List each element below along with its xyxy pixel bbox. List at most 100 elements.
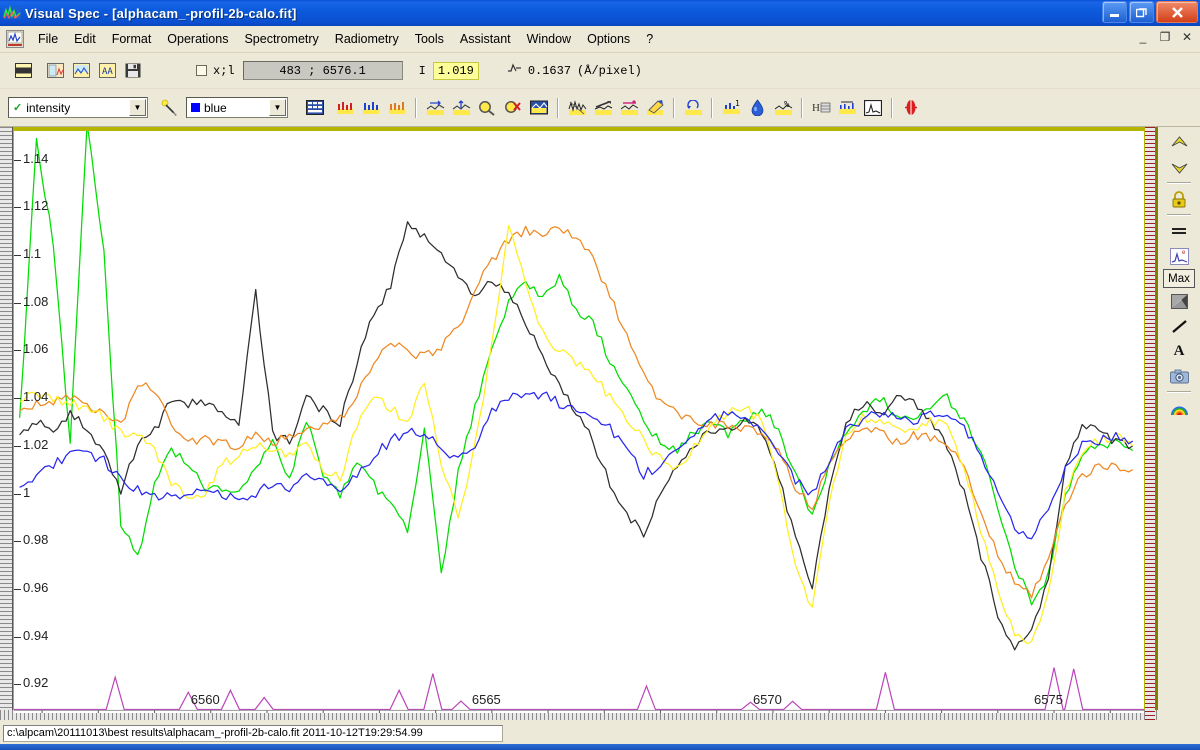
menu-item-operations[interactable]: Operations [159, 29, 236, 49]
menu-item-window[interactable]: Window [519, 29, 579, 49]
minimize-button[interactable] [1102, 1, 1127, 23]
y-tick [14, 160, 21, 161]
scroll-up-icon[interactable] [1166, 130, 1192, 154]
window-controls [1102, 1, 1198, 23]
restore-button[interactable] [1129, 1, 1154, 23]
y-axis-label: 1.02 [23, 437, 48, 452]
window-titlebar: Visual Spec - [alphacam_-profil-2b-calo.… [0, 0, 1200, 26]
open-profile-icon[interactable] [70, 60, 92, 82]
y-axis-label: 1.12 [23, 198, 48, 213]
profile-red-icon[interactable] [334, 97, 356, 119]
check-icon: ✓ [13, 101, 22, 114]
dispersion-unit: (Å/pixel) [577, 64, 642, 78]
zoom-reset-icon[interactable] [502, 97, 524, 119]
text-tool-icon[interactable]: A [1166, 339, 1192, 363]
save-icon[interactable] [122, 60, 144, 82]
coordinate-display[interactable]: 483 ; 6576.1 [243, 61, 403, 80]
chevron-down-icon[interactable]: ▼ [129, 99, 146, 116]
mdi-close-button[interactable]: ✕ [1180, 30, 1194, 44]
noise-icon[interactable] [566, 97, 588, 119]
select-zone-icon[interactable] [528, 97, 550, 119]
y-axis-label: 1.14 [23, 151, 48, 166]
taskbar-strip [0, 744, 1200, 750]
lock-icon[interactable] [1166, 187, 1192, 211]
normalize-icon[interactable] [618, 97, 640, 119]
smooth-brush-icon[interactable] [644, 97, 666, 119]
continuum-icon[interactable] [592, 97, 614, 119]
plot-curve-icon[interactable]: e [1166, 244, 1192, 268]
x-axis-label: 6560 [191, 692, 220, 707]
mdi-restore-button[interactable]: ❐ [1158, 30, 1172, 44]
max-button[interactable]: Max [1163, 269, 1195, 288]
series-yellow [20, 225, 1133, 643]
rotate-icon[interactable] [682, 97, 704, 119]
spectrum-chart-window: 0.920.940.960.9811.021.041.061.081.11.12… [0, 127, 1158, 720]
y-axis-label: 0.92 [23, 675, 48, 690]
menu-item-edit[interactable]: Edit [66, 29, 104, 49]
display-mode-select[interactable]: ✓ intensity ▼ [8, 97, 148, 118]
water-drop-icon[interactable] [746, 97, 768, 119]
profile-orange-icon[interactable] [386, 97, 408, 119]
svg-text:AA: AA [102, 67, 113, 77]
line-list-icon[interactable] [836, 97, 858, 119]
xl-checkbox[interactable] [196, 65, 207, 76]
menu-item-format[interactable]: Format [104, 29, 160, 49]
intensity-label: I [419, 64, 426, 78]
open-image-icon[interactable] [44, 60, 66, 82]
dispersion-value: 0.1637 [528, 64, 571, 78]
shift-horizontal-icon[interactable] [424, 97, 446, 119]
unit-one-icon[interactable]: 1 [720, 97, 742, 119]
toolbar-divider-1 [415, 98, 417, 118]
chevron-down-icon-color[interactable]: ▼ [269, 99, 286, 116]
status-path-field: c:\alpcam\20111013\best results\alphacam… [3, 725, 503, 742]
graph-window-icon[interactable] [862, 97, 884, 119]
window-title: Visual Spec - [alphacam_-profil-2b-calo.… [25, 6, 297, 21]
reference-spectrum [14, 668, 1144, 710]
menu-item-radiometry[interactable]: Radiometry [327, 29, 407, 49]
right-toolbar-divider-2 [1167, 214, 1191, 216]
instrument-icon[interactable] [900, 97, 922, 119]
eyedropper-icon[interactable] [158, 97, 180, 119]
y-tick [14, 255, 21, 256]
menu-bar: File Edit Format Operations Spectrometry… [0, 26, 1200, 53]
intensity-value[interactable]: 1.019 [433, 62, 479, 80]
y-axis-label: 1.1 [23, 246, 41, 261]
menu-item-file[interactable]: File [30, 29, 66, 49]
menu-item-help[interactable]: ? [638, 29, 661, 49]
shift-vertical-icon[interactable] [450, 97, 472, 119]
equals-icon[interactable] [1166, 219, 1192, 243]
profile-blue-icon[interactable] [360, 97, 382, 119]
menu-item-tools[interactable]: Tools [407, 29, 452, 49]
vertical-ruler [0, 127, 13, 720]
mdi-window-controls: _ ❐ ✕ [1136, 30, 1194, 44]
camera-icon[interactable] [1166, 364, 1192, 388]
status-bar: c:\alpcam\20111013\best results\alphacam… [0, 722, 1200, 744]
y-axis-label: 1.08 [23, 294, 48, 309]
menu-item-spectrometry[interactable]: Spectrometry [236, 29, 326, 49]
y-axis-label: 1.06 [23, 341, 48, 356]
menu-item-options[interactable]: Options [579, 29, 638, 49]
rainbow-palette-icon[interactable] [1166, 396, 1192, 420]
line-tool-icon[interactable] [1166, 314, 1192, 338]
percent-icon[interactable]: % [772, 97, 794, 119]
y-axis-label: 0.98 [23, 532, 48, 547]
hydrogen-icon[interactable]: H [810, 97, 832, 119]
series-green [20, 131, 1133, 605]
spectrum-table-icon[interactable] [304, 97, 326, 119]
toolbar-divider-4 [711, 98, 713, 118]
scroll-down-icon[interactable] [1166, 155, 1192, 179]
zoom-icon[interactable] [476, 97, 498, 119]
plot-canvas[interactable]: 0.920.940.960.9811.021.041.061.081.11.12… [14, 131, 1144, 713]
list-view-icon[interactable] [12, 60, 34, 82]
binary-icon[interactable]: AA [96, 60, 118, 82]
y-tick [14, 350, 21, 351]
color-select[interactable]: blue ▼ [186, 97, 288, 118]
gradient-icon[interactable] [1166, 289, 1192, 313]
close-button[interactable] [1156, 1, 1198, 23]
application-window: Visual Spec - [alphacam_-profil-2b-calo.… [0, 0, 1200, 750]
xl-label: x;l [213, 64, 235, 78]
right-toolbar-divider-1 [1167, 182, 1191, 184]
mdi-minimize-button[interactable]: _ [1136, 30, 1150, 44]
app-icon [3, 5, 21, 21]
menu-item-assistant[interactable]: Assistant [452, 29, 519, 49]
